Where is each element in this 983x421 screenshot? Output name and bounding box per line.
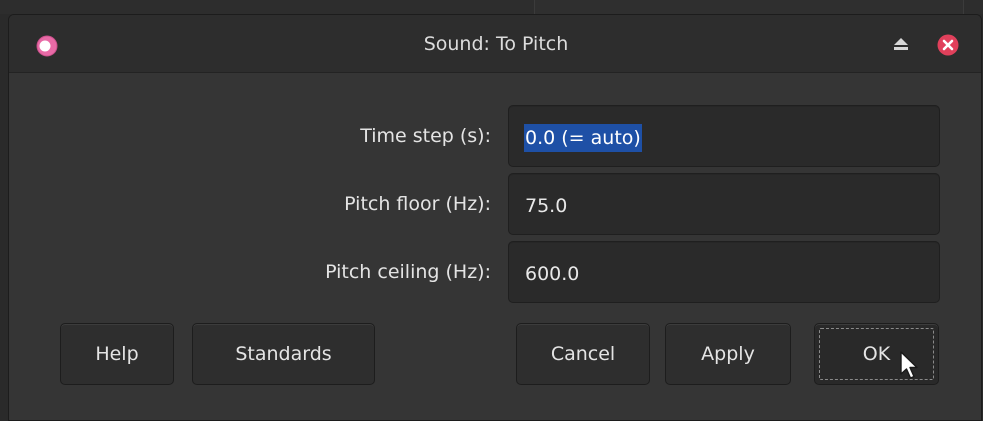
cancel-button[interactable]: Cancel — [516, 323, 650, 385]
pitch-floor-label: Pitch floor (Hz): — [344, 193, 491, 215]
time-step-field[interactable]: 0.0 (= auto) — [508, 105, 940, 167]
pitch-ceiling-label: Pitch ceiling (Hz): — [325, 261, 491, 283]
pitch-ceiling-value[interactable]: 600.0 — [524, 260, 580, 288]
title-bar[interactable]: Sound: To Pitch — [9, 15, 981, 73]
window-title: Sound: To Pitch — [423, 33, 569, 55]
pitch-ceiling-field[interactable]: 600.0 — [508, 241, 940, 303]
time-step-value[interactable]: 0.0 (= auto) — [524, 124, 642, 152]
pitch-floor-value[interactable]: 75.0 — [524, 192, 568, 220]
eject-icon[interactable] — [893, 37, 909, 51]
close-icon[interactable] — [937, 34, 959, 56]
sound-to-pitch-dialog: Sound: To Pitch Time step (s): 0.0 (= au… — [8, 14, 982, 421]
pitch-floor-field[interactable]: 75.0 — [508, 173, 940, 235]
help-button[interactable]: Help — [60, 323, 174, 385]
pitch-floor-row: Pitch floor (Hz): 75.0 — [9, 173, 981, 235]
ok-button[interactable]: OK — [814, 323, 939, 385]
ok-button-label: OK — [862, 343, 891, 365]
apply-button[interactable]: Apply — [665, 323, 791, 385]
mouse-pointer-icon — [900, 351, 918, 379]
time-step-row: Time step (s): 0.0 (= auto) — [9, 105, 981, 167]
pitch-ceiling-row: Pitch ceiling (Hz): 600.0 — [9, 241, 981, 303]
time-step-label: Time step (s): — [360, 125, 491, 147]
standards-button[interactable]: Standards — [192, 323, 375, 385]
